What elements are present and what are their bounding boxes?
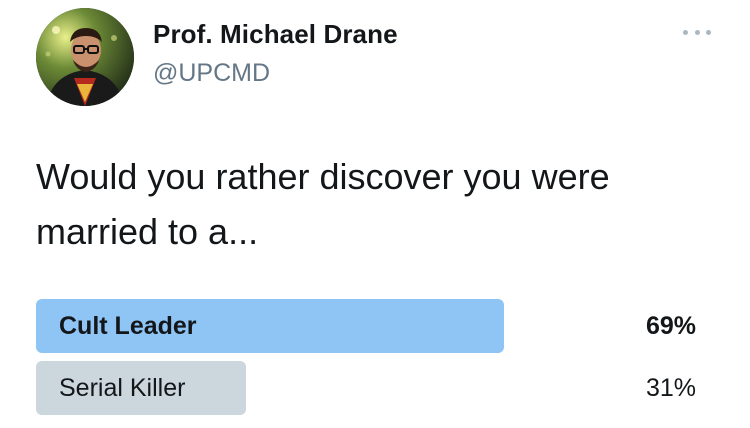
poll-option-label: Cult Leader [59, 312, 197, 340]
dot [706, 29, 711, 35]
more-dots-icon[interactable] [683, 26, 711, 38]
tweet-text-line-2: married to a... [36, 211, 259, 252]
author-handle[interactable]: @UPCMD [153, 59, 270, 88]
poll-option-2[interactable]: Serial Killer 31% [36, 361, 696, 415]
dot [694, 29, 700, 35]
poll-option-1[interactable]: Cult Leader 69% [36, 299, 696, 353]
author-name[interactable]: Prof. Michael Drane [153, 19, 398, 50]
tweet-text-line-1: Would you rather discover you were [36, 156, 610, 197]
avatar[interactable] [36, 8, 134, 106]
dot [683, 29, 688, 35]
avatar-image [36, 8, 134, 106]
poll-option-label: Serial Killer [59, 374, 186, 402]
tweet-text: Would you rather discover you were marri… [36, 149, 716, 259]
poll-option-percent: 69% [645, 312, 696, 340]
poll-option-percent: 31% [645, 374, 696, 402]
